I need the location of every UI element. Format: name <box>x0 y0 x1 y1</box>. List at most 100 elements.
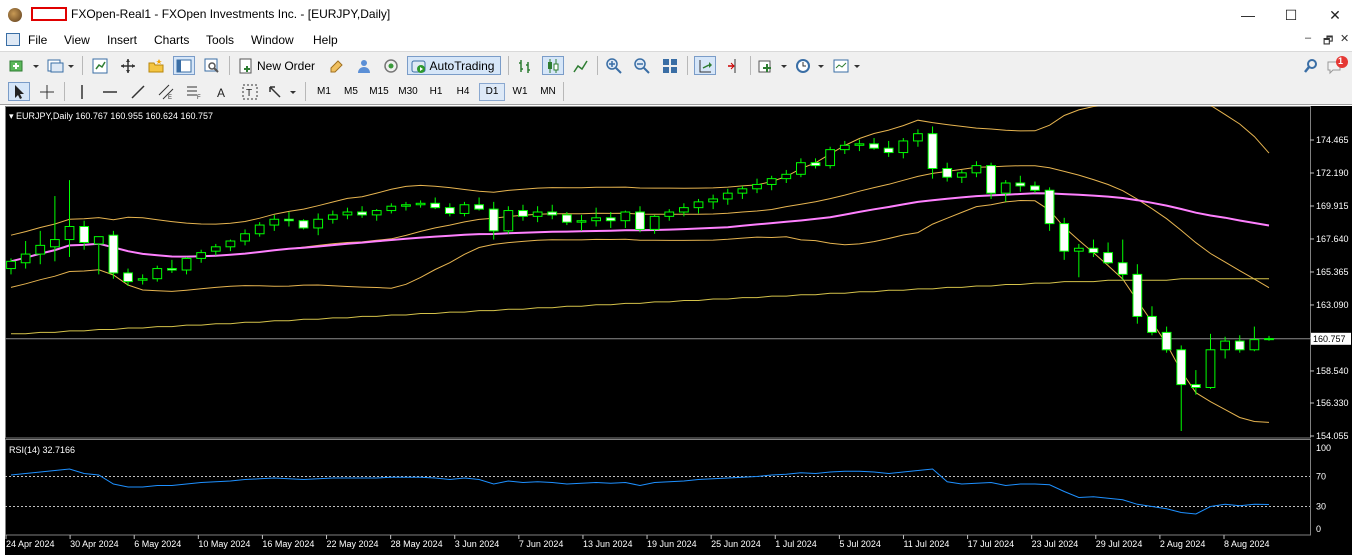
autotrading-button[interactable]: AutoTrading <box>407 56 501 75</box>
cursor-tool-button[interactable] <box>8 82 30 101</box>
timeframe-h4[interactable]: H4 <box>450 83 476 101</box>
x-tick-label: 17 Jul 2024 <box>968 539 1015 549</box>
menu-insert[interactable]: Insert <box>107 33 137 47</box>
candle-down <box>123 272 133 283</box>
new-order-button[interactable]: New Order <box>236 56 320 75</box>
navigator-button[interactable] <box>145 56 167 75</box>
maximize-button[interactable]: ☐ <box>1268 4 1314 26</box>
signals-button[interactable] <box>353 56 375 75</box>
timeframe-w1[interactable]: W1 <box>507 83 533 101</box>
close-button[interactable]: ✕ <box>1312 4 1352 26</box>
svg-text:F: F <box>197 95 201 100</box>
periods-button[interactable] <box>794 56 826 75</box>
candle-down <box>1044 189 1055 225</box>
line-chart-button[interactable] <box>570 56 592 75</box>
notifications-button[interactable]: 1 <box>1326 56 1350 75</box>
menu-view[interactable]: View <box>64 33 90 47</box>
candle-down <box>605 217 616 222</box>
terminal-button[interactable] <box>173 56 195 75</box>
menu-window[interactable]: Window <box>251 33 294 47</box>
candle-down <box>561 214 572 223</box>
text-tool-button[interactable]: A <box>211 82 233 101</box>
toolbar-separator <box>687 56 688 75</box>
vertical-line-tool-button[interactable] <box>71 82 93 101</box>
metaeditor-button[interactable] <box>326 56 348 75</box>
auto-scroll-button[interactable] <box>694 56 716 75</box>
svg-text:T: T <box>246 88 252 99</box>
chart-window-icon[interactable] <box>6 33 20 46</box>
timeframe-m15[interactable]: M15 <box>366 83 392 101</box>
vps-button[interactable] <box>380 56 402 75</box>
candle-up <box>664 211 675 217</box>
price-chart[interactable]: 174.465 172.190 169.915 167.640 165.365 163.0… <box>5 106 1352 555</box>
mdi-minimize-button[interactable]: – <box>1305 32 1311 44</box>
timeframe-m1[interactable]: M1 <box>311 83 337 101</box>
autotrading-label: AutoTrading <box>429 58 495 73</box>
current-price-label: 160.757 <box>1313 334 1346 344</box>
indicators-button[interactable] <box>757 56 789 75</box>
timeframe-mn[interactable]: MN <box>535 83 561 101</box>
candle-up <box>327 214 338 220</box>
mdi-close-button[interactable]: ✕ <box>1340 32 1349 45</box>
rsi-tick-label: 0 <box>1316 524 1321 534</box>
fibonacci-icon: F <box>187 86 201 100</box>
text-label-icon: T <box>242 84 258 99</box>
chart-shift-icon <box>728 58 736 73</box>
candle-down <box>167 268 177 271</box>
strategy-tester-button[interactable] <box>201 56 223 75</box>
zoom-in-icon <box>606 57 622 74</box>
chart-collapse-icon[interactable]: ▾ <box>9 111 16 121</box>
rsi-tick-label: 70 <box>1316 472 1326 482</box>
menu-charts[interactable]: Charts <box>154 33 189 47</box>
arrows-tool-button[interactable] <box>266 82 298 101</box>
candle-up <box>503 210 514 232</box>
candle-down <box>942 167 953 178</box>
crosshair-tool-button[interactable] <box>36 82 58 101</box>
candle-down <box>108 234 119 274</box>
candle-up <box>1220 340 1231 351</box>
candle-down <box>635 211 645 230</box>
data-window-button[interactable] <box>117 56 139 75</box>
minimize-button[interactable]: — <box>1225 4 1271 26</box>
indicators-icon <box>758 60 787 72</box>
x-tick-label: 1 Jul 2024 <box>775 539 817 549</box>
menu-help[interactable]: Help <box>313 33 338 47</box>
crosshair-move-icon <box>121 58 135 73</box>
bar-chart-button[interactable] <box>514 56 536 75</box>
timeframe-d1[interactable]: D1 <box>479 83 505 101</box>
profiles-button[interactable] <box>46 56 76 75</box>
toolbar-separator <box>229 56 230 75</box>
mdi-restore-button[interactable]: 🗗 <box>1323 32 1333 51</box>
timeframe-m5[interactable]: M5 <box>338 83 364 101</box>
search-button[interactable] <box>1300 56 1322 75</box>
text-label-tool-button[interactable]: T <box>239 82 261 101</box>
horizontal-line-tool-button[interactable] <box>99 82 121 101</box>
new-chart-button[interactable] <box>8 56 40 75</box>
market-watch-button[interactable] <box>89 56 111 75</box>
tile-windows-button[interactable] <box>659 56 681 75</box>
candle-down <box>1161 331 1172 351</box>
candlestick-button[interactable] <box>542 56 564 75</box>
star-folder-icon <box>148 58 164 72</box>
x-tick-label: 24 Apr 2024 <box>6 539 55 549</box>
menu-file[interactable]: File <box>28 33 47 47</box>
trendline-tool-button[interactable] <box>127 82 149 101</box>
candle-up <box>693 201 704 209</box>
timeframe-h1[interactable]: H1 <box>423 83 449 101</box>
x-tick-label: 10 May 2024 <box>198 539 250 549</box>
zoom-out-button[interactable] <box>631 56 653 75</box>
candle-up <box>956 172 967 178</box>
templates-button[interactable] <box>832 56 862 75</box>
fibonacci-tool-button[interactable]: F <box>183 82 205 101</box>
autotrading-icon <box>411 60 426 73</box>
candle-up <box>401 204 411 207</box>
timeframe-m30[interactable]: M30 <box>395 83 421 101</box>
candle-down <box>444 207 455 214</box>
chart-shift-button[interactable] <box>722 56 744 75</box>
zoom-in-button[interactable] <box>603 56 625 75</box>
equidistant-channel-tool-button[interactable]: E <box>155 82 177 101</box>
menu-tools[interactable]: Tools <box>206 33 234 47</box>
chart-window[interactable]: 174.465 172.190 169.915 167.640 165.365 163.0… <box>5 106 1352 555</box>
x-tick-label: 29 Jul 2024 <box>1096 539 1143 549</box>
x-tick-label: 2 Aug 2024 <box>1160 539 1206 549</box>
